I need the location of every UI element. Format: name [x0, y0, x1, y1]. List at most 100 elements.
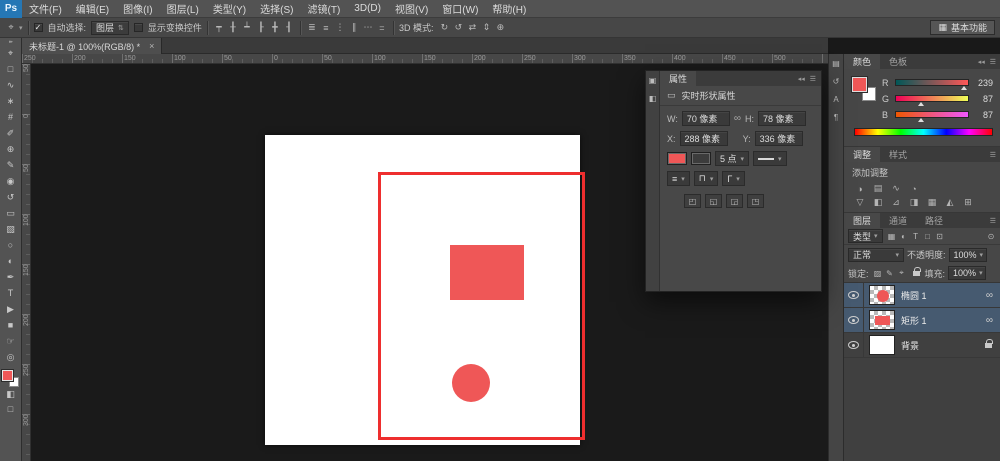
- paragraph-panel-icon[interactable]: ¶: [834, 113, 838, 122]
- panel-menu-icon[interactable]: ☰: [990, 58, 996, 66]
- menu-item[interactable]: 图层(L): [160, 0, 206, 18]
- workspace-switcher[interactable]: ▦ 基本功能: [930, 20, 995, 35]
- quick-selection-tool[interactable]: ∗: [0, 93, 21, 109]
- shape-op-button-1[interactable]: ◰: [684, 194, 701, 208]
- crop-tool[interactable]: #: [0, 109, 21, 125]
- vibrance-icon[interactable]: ▽: [852, 196, 868, 209]
- tab-paths[interactable]: 路径: [916, 213, 952, 228]
- tool-preset-icon[interactable]: ⌖: [5, 21, 17, 35]
- layer-filter-type-select[interactable]: 类型 ▾: [848, 229, 883, 243]
- red-slider[interactable]: [895, 79, 969, 86]
- shape-op-button-3[interactable]: ◲: [726, 194, 743, 208]
- height-input[interactable]: 78 像素: [758, 111, 806, 126]
- blue-slider[interactable]: [895, 111, 969, 118]
- link-dimensions-icon[interactable]: ∞: [734, 113, 741, 124]
- panel-menu-icon[interactable]: ☰: [990, 151, 996, 159]
- black-white-icon[interactable]: ◨: [906, 196, 922, 209]
- info-panel-icon[interactable]: ◧: [649, 94, 657, 103]
- layer-filter-toggle[interactable]: ⊙: [985, 230, 997, 243]
- hue-saturation-icon[interactable]: ◧: [870, 196, 886, 209]
- channel-mixer-icon[interactable]: ◭: [942, 196, 958, 209]
- menu-item[interactable]: 文件(F): [22, 0, 69, 18]
- pen-tool[interactable]: ✒: [0, 269, 21, 285]
- 3d-scale-icon[interactable]: ⊕: [494, 21, 506, 35]
- visibility-toggle[interactable]: [844, 308, 864, 332]
- exposure-icon[interactable]: ◔: [906, 182, 922, 195]
- layer-thumbnail[interactable]: [869, 285, 895, 305]
- align-left-edges-icon[interactable]: ┠: [255, 21, 267, 35]
- zoom-tool[interactable]: ◎: [0, 349, 21, 365]
- auto-select-checkbox[interactable]: ✓: [34, 23, 43, 32]
- horizontal-ruler[interactable]: 2502001501005005010015020025030035040045…: [22, 54, 828, 64]
- layer-name[interactable]: 矩形 1: [901, 314, 986, 327]
- align-top-edges-icon[interactable]: ┯: [213, 21, 225, 35]
- healing-brush-tool[interactable]: ⊕: [0, 141, 21, 157]
- filter-shape-layers-icon[interactable]: □: [922, 230, 934, 243]
- layer-thumbnail[interactable]: [869, 335, 895, 355]
- menu-item[interactable]: 滤镜(T): [301, 0, 348, 18]
- blur-tool[interactable]: ○: [0, 237, 21, 253]
- visibility-toggle[interactable]: [844, 283, 864, 307]
- slider-handle[interactable]: [961, 86, 967, 90]
- align-bottom-edges-icon[interactable]: ┷: [241, 21, 253, 35]
- tab-layers[interactable]: 图层: [844, 213, 880, 228]
- rectangular-marquee-tool[interactable]: □: [0, 61, 21, 77]
- visibility-toggle[interactable]: [844, 333, 864, 357]
- shape-op-button-4[interactable]: ◳: [747, 194, 764, 208]
- red-value[interactable]: 239: [973, 78, 993, 88]
- lock-position-icon[interactable]: ⌖: [896, 267, 908, 280]
- dodge-tool[interactable]: ◐: [0, 253, 21, 269]
- stroke-cap-select[interactable]: ⊓ ▾: [694, 171, 719, 186]
- green-slider[interactable]: [895, 95, 969, 102]
- info-panel-icon[interactable]: ▤: [832, 59, 840, 68]
- tab-channels[interactable]: 通道: [880, 213, 916, 228]
- tab-color[interactable]: 颜色: [844, 54, 880, 69]
- properties-panel-icon[interactable]: ▣: [649, 76, 657, 85]
- layer-row-rectangle[interactable]: 矩形 1 ∞: [844, 308, 1000, 333]
- path-selection-tool[interactable]: ▶: [0, 301, 21, 317]
- layer-thumbnail[interactable]: [869, 310, 895, 330]
- filter-type-layers-icon[interactable]: T: [910, 230, 922, 243]
- x-input[interactable]: 288 像素: [680, 131, 728, 146]
- align-horizontal-centers-icon[interactable]: ╋: [269, 21, 281, 35]
- brush-tool[interactable]: ✎: [0, 157, 21, 173]
- color-swatches[interactable]: [2, 370, 19, 387]
- foreground-color-swatch[interactable]: [2, 370, 13, 381]
- tab-properties[interactable]: 属性: [660, 71, 696, 86]
- screen-mode-button[interactable]: □: [0, 402, 21, 417]
- eyedropper-tool[interactable]: ✐: [0, 125, 21, 141]
- auto-select-target-dropdown[interactable]: 图层 ⇅: [91, 21, 129, 35]
- green-value[interactable]: 87: [973, 94, 993, 104]
- gradient-tool[interactable]: ▧: [0, 221, 21, 237]
- tab-styles[interactable]: 样式: [880, 147, 916, 162]
- layer-name[interactable]: 背景: [901, 339, 983, 352]
- y-input[interactable]: 336 像素: [755, 131, 803, 146]
- shape-tool[interactable]: ■: [0, 317, 21, 333]
- 3d-slide-icon[interactable]: ⇕: [480, 21, 492, 35]
- document-tab[interactable]: 未标题-1 @ 100%(RGB/8) * ×: [22, 38, 162, 54]
- distribute-vertical-centers-icon[interactable]: ≡: [320, 21, 332, 35]
- stroke-corner-select[interactable]: Γ ▾: [722, 171, 744, 186]
- distribute-left-edges-icon[interactable]: ∥: [348, 21, 360, 35]
- layer-row-ellipse[interactable]: 椭圆 1 ∞: [844, 283, 1000, 308]
- character-panel-icon[interactable]: A: [833, 95, 838, 104]
- shape-op-button-2[interactable]: ◱: [705, 194, 722, 208]
- blue-value[interactable]: 87: [973, 110, 993, 120]
- quick-mask-button[interactable]: ◧: [0, 387, 21, 402]
- history-panel-icon[interactable]: ↺: [833, 77, 840, 86]
- curves-icon[interactable]: ∿: [888, 182, 904, 195]
- blend-mode-select[interactable]: 正常 ▾: [848, 248, 904, 262]
- menu-item[interactable]: 类型(Y): [206, 0, 253, 18]
- levels-icon[interactable]: ▤: [870, 182, 886, 195]
- lock-transparency-icon[interactable]: ▨: [872, 267, 884, 280]
- 3d-drag-icon[interactable]: ⇄: [466, 21, 478, 35]
- align-right-edges-icon[interactable]: ┨: [283, 21, 295, 35]
- lock-pixels-icon[interactable]: ✎: [884, 267, 896, 280]
- stroke-width-input[interactable]: 5 点 ▾: [715, 151, 749, 166]
- collapse-dock-icon[interactable]: ◂◂: [978, 58, 985, 66]
- type-tool[interactable]: T: [0, 285, 21, 301]
- clone-stamp-tool[interactable]: ◉: [0, 173, 21, 189]
- stroke-color-swatch[interactable]: [691, 152, 711, 165]
- color-ramp[interactable]: [854, 128, 993, 136]
- layer-row-background[interactable]: 背景: [844, 333, 1000, 358]
